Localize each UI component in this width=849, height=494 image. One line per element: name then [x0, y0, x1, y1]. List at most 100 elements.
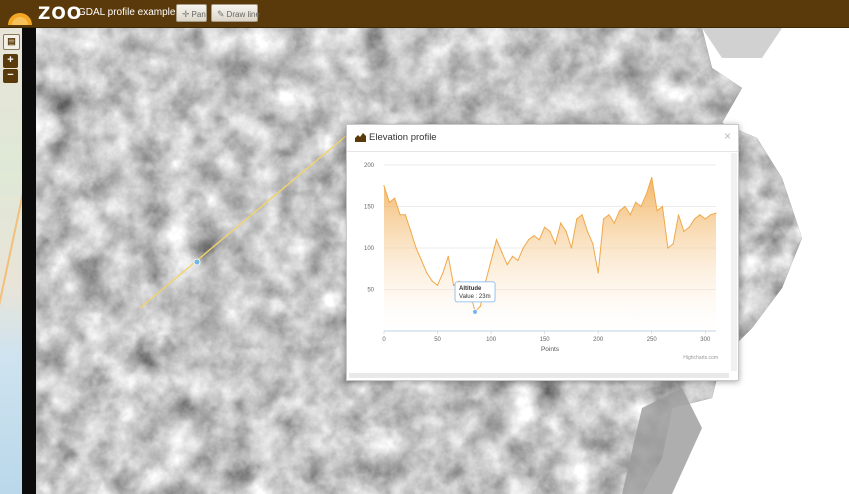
data-point — [420, 259, 423, 262]
data-point — [399, 214, 401, 216]
data-point — [629, 214, 631, 216]
data-point — [619, 210, 621, 212]
data-point — [501, 251, 503, 253]
data-point — [506, 264, 508, 266]
data-point — [554, 243, 556, 245]
data-point — [710, 214, 712, 216]
data-point — [549, 230, 551, 232]
elevation-profile-popup: Elevation profile × 50 100 150 200 0 50 100 15… — [346, 124, 739, 381]
popup-title: Elevation profile — [369, 132, 437, 143]
highcharts-credit[interactable]: Highcharts.com — [683, 355, 718, 361]
data-point — [699, 214, 701, 216]
data-point — [592, 243, 594, 245]
x-tick-label: 250 — [647, 337, 658, 343]
data-point — [538, 239, 540, 241]
data-point — [447, 255, 449, 257]
data-point — [645, 193, 647, 195]
data-point — [404, 214, 407, 216]
data-point — [570, 247, 573, 249]
layers-icon: ▤ — [7, 36, 16, 46]
data-point — [581, 214, 583, 216]
tooltip-value: Value : 23m — [459, 294, 491, 300]
data-point — [602, 218, 605, 220]
data-point — [479, 305, 481, 307]
app-title: GDAL profile example — [78, 7, 176, 18]
pencil-icon: ✎ — [217, 9, 225, 19]
profile-position-marker — [193, 258, 201, 266]
logo-text: ZOO — [38, 4, 83, 24]
popup-vertical-scrollbar[interactable] — [731, 153, 737, 371]
data-point — [672, 243, 674, 245]
data-point — [527, 239, 530, 241]
data-point — [431, 280, 433, 282]
y-tick-label: 200 — [364, 163, 375, 169]
data-point — [426, 272, 428, 274]
data-point — [586, 230, 589, 232]
data-point — [410, 230, 412, 232]
data-point — [624, 205, 626, 208]
x-tick-label: 100 — [486, 337, 497, 343]
data-point — [688, 226, 690, 228]
data-point — [415, 247, 417, 249]
data-point — [656, 210, 658, 212]
data-point — [651, 176, 653, 179]
data-point — [635, 201, 637, 203]
x-tick-label: 200 — [593, 337, 604, 343]
data-point — [544, 226, 546, 228]
data-point — [442, 272, 444, 274]
data-point — [560, 222, 562, 224]
close-icon[interactable]: × — [724, 130, 731, 142]
popup-horizontal-scrollbar[interactable] — [349, 373, 729, 378]
data-point — [565, 230, 567, 232]
series-area — [384, 177, 716, 331]
data-point — [522, 247, 524, 249]
pan-button[interactable]: ✛ Pan — [176, 4, 207, 22]
tooltip-title: Altitude — [459, 286, 482, 292]
data-point — [640, 205, 642, 208]
data-point — [388, 201, 390, 203]
sun-logo-icon — [8, 13, 32, 25]
data-point — [661, 205, 664, 208]
pan-icon: ✛ — [182, 9, 190, 19]
x-tick-label: 300 — [700, 337, 711, 343]
data-point — [677, 214, 680, 216]
data-point — [608, 214, 610, 216]
data-point — [394, 197, 396, 199]
zoom-in-button[interactable]: + — [3, 54, 18, 68]
hover-point — [472, 309, 478, 315]
data-point — [495, 239, 498, 241]
draw-line-button[interactable]: ✎ Draw line — [211, 4, 260, 22]
base-map-strip — [0, 28, 29, 494]
x-tick-label: 0 — [382, 337, 386, 343]
data-point — [453, 284, 455, 286]
data-point — [490, 259, 492, 262]
draw-line-label: Draw line — [226, 10, 260, 19]
data-point — [576, 218, 578, 220]
data-point — [533, 234, 535, 237]
layer-switcher-button[interactable]: ▤ — [3, 34, 20, 50]
data-point — [704, 218, 706, 220]
x-axis-ticks: 0 50 100 150 200 250 300 — [382, 331, 711, 343]
data-point — [693, 218, 696, 220]
data-point — [436, 284, 439, 286]
data-point — [597, 272, 599, 274]
x-tick-label: 150 — [540, 337, 551, 343]
chart-svg: 50 100 150 200 0 50 100 150 200 250 300 Points Al… — [364, 163, 718, 361]
area-chart-icon — [355, 133, 366, 142]
elevation-chart: 50 100 150 200 0 50 100 150 200 250 300 Points Al… — [349, 153, 729, 375]
data-point — [613, 222, 615, 224]
y-tick-label: 50 — [367, 288, 374, 294]
data-point — [383, 185, 385, 187]
data-point — [511, 255, 514, 257]
y-axis-ticks: 50 100 150 200 — [364, 163, 375, 294]
pan-label: Pan — [191, 10, 206, 19]
data-point — [667, 247, 669, 249]
zoom-out-button[interactable]: − — [3, 69, 18, 83]
y-tick-label: 150 — [364, 205, 375, 211]
data-point — [715, 212, 717, 214]
data-point — [683, 230, 685, 232]
y-tick-label: 100 — [364, 246, 375, 252]
zoo-logo: ZOO — [4, 3, 81, 25]
x-axis-label: Points — [541, 346, 560, 353]
x-tick-label: 50 — [434, 337, 441, 343]
